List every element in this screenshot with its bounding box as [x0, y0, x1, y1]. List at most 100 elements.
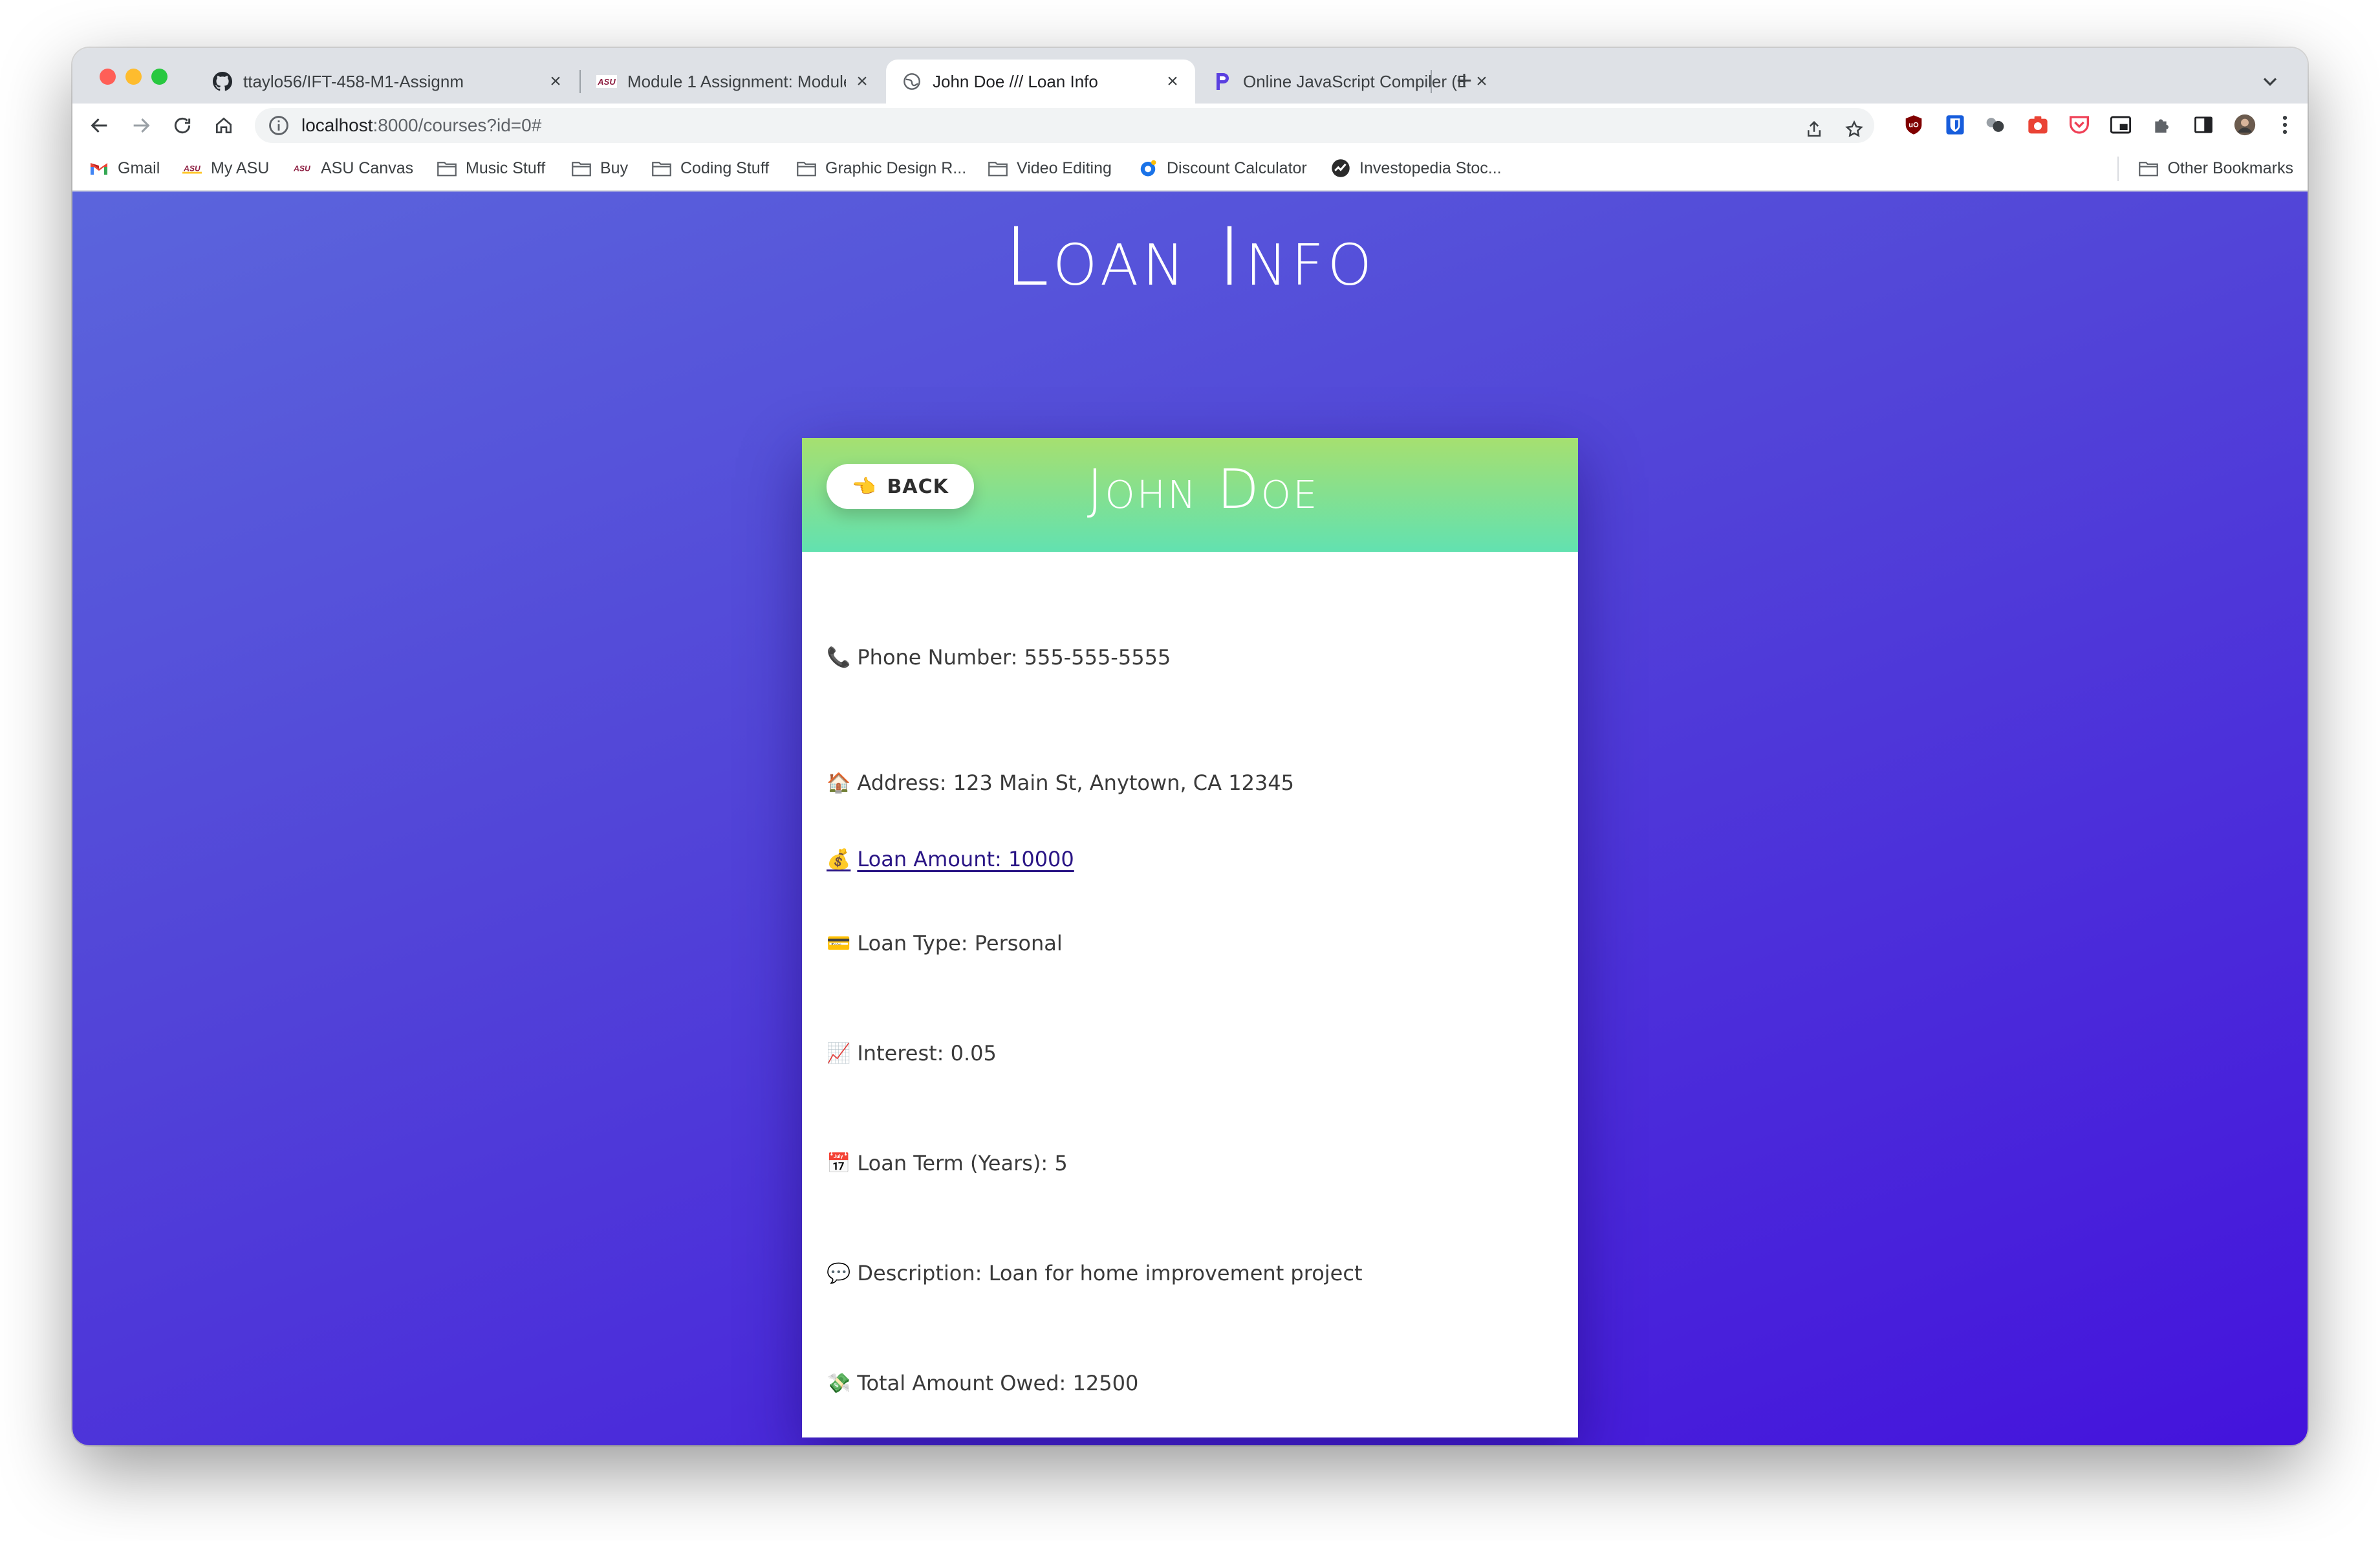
bitwarden-icon[interactable] [1944, 114, 1966, 136]
home-icon[interactable] [210, 111, 238, 140]
bookmark-folder-buy[interactable]: Buy [572, 155, 628, 181]
programiz-icon [1212, 71, 1233, 92]
tab-search-chevron-icon[interactable] [2258, 70, 2282, 93]
investopedia-icon [1331, 158, 1350, 178]
bookmark-label: Discount Calculator [1167, 158, 1307, 177]
phone-icon: 📞 [827, 646, 851, 669]
close-tab-icon[interactable]: × [1163, 71, 1182, 92]
tab-label: Module 1 Assignment: Modules [627, 71, 846, 91]
site-info-icon[interactable] [268, 115, 290, 137]
bookmark-label: My ASU [211, 158, 270, 177]
url-path: :8000/courses?id=0# [373, 115, 542, 135]
bookmark-label: ASU Canvas [321, 158, 414, 177]
loan-type-text: Loan Type: Personal [857, 931, 1063, 956]
bookmark-folder-music[interactable]: Music Stuff [437, 155, 545, 181]
picture-in-picture-icon[interactable] [2110, 114, 2132, 136]
back-button-label: BACK [887, 475, 949, 498]
github-icon [212, 71, 233, 92]
page-title: Loan Info [1004, 211, 1376, 304]
address-field: 🏠 Address: 123 Main St, Anytown, CA 1234… [827, 770, 1294, 795]
close-window-button[interactable] [100, 69, 116, 85]
asu-icon: ASU [596, 71, 617, 92]
address-text: Address: 123 Main St, Anytown, CA 12345 [857, 770, 1294, 795]
money-wings-icon: 💸 [827, 1372, 851, 1395]
pocket-icon[interactable] [2068, 114, 2090, 136]
svg-text:ASU: ASU [597, 77, 616, 87]
folder-icon [988, 158, 1008, 178]
bookmark-label: Other Bookmarks [2167, 158, 2293, 177]
tab-loan-info[interactable]: John Doe /// Loan Info × [886, 60, 1195, 104]
extension-icon[interactable] [1984, 114, 2006, 136]
total-owed-text: Total Amount Owed: 12500 [857, 1371, 1139, 1395]
folder-icon [652, 158, 671, 178]
money-bag-icon: 💰 [827, 847, 851, 871]
folder-icon [572, 158, 591, 178]
tab-github[interactable]: ttaylo56/IFT-458-M1-Assignm × [197, 60, 578, 104]
description-field: 💬 Description: Loan for home improvement… [827, 1261, 1362, 1285]
profile-avatar[interactable] [2234, 114, 2256, 136]
close-tab-icon[interactable]: × [546, 71, 565, 92]
bookmark-star-icon[interactable] [1841, 116, 1868, 143]
maximize-window-button[interactable] [151, 69, 168, 85]
back-arrow-icon[interactable] [85, 111, 114, 140]
phone-text: Phone Number: 555-555-5555 [857, 645, 1171, 670]
description-text: Description: Loan for home improvement p… [857, 1261, 1363, 1285]
menu-kebab-icon[interactable] [2274, 114, 2296, 136]
bookmark-folder-graphic-design[interactable]: Graphic Design R... [797, 155, 966, 181]
asu-icon: ASU [292, 158, 312, 178]
bookmark-my-asu[interactable]: ASU My ASU [182, 155, 269, 181]
loan-term-text: Loan Term (Years): 5 [857, 1151, 1068, 1175]
folder-icon [437, 158, 457, 178]
phone-field: 📞 Phone Number: 555-555-5555 [827, 645, 1171, 670]
back-button[interactable]: 👈 BACK [827, 464, 974, 509]
bookmark-gmail[interactable]: Gmail [89, 155, 160, 181]
screenshot-icon[interactable] [2027, 114, 2049, 136]
bookmark-label: Graphic Design R... [825, 158, 967, 177]
loan-type-field: 💳 Loan Type: Personal [827, 931, 1063, 956]
loan-amount-text: Loan Amount: 10000 [857, 847, 1074, 871]
bookmark-other-bookmarks[interactable]: Other Bookmarks [2139, 155, 2293, 181]
svg-text:uO: uO [1909, 122, 1919, 129]
speech-bubble-icon: 💬 [827, 1262, 851, 1285]
bookmarks-separator [2117, 157, 2119, 181]
bookmark-investopedia[interactable]: Investopedia Stoc... [1331, 155, 1502, 181]
browser-toolbar: localhost:8000/courses?id=0# uO [72, 104, 2308, 146]
tab-canvas-module[interactable]: ASU Module 1 Assignment: Modules × [581, 60, 885, 104]
discount-icon [1138, 158, 1158, 178]
tab-strip: ttaylo56/IFT-458-M1-Assignm × ASU Module… [72, 48, 2308, 104]
bookmark-folder-coding[interactable]: Coding Stuff [652, 155, 769, 181]
extensions-puzzle-icon[interactable] [2151, 114, 2173, 136]
bookmark-label: Coding Stuff [680, 158, 770, 177]
url-host: localhost [301, 115, 373, 135]
loan-amount-link[interactable]: 💰 Loan Amount: 10000 [827, 847, 1074, 871]
loan-card: 👈 BACK John Doe 📞 Phone Number: 555-555-… [802, 438, 1578, 1437]
borrower-name: John Doe [1087, 457, 1319, 521]
bookmark-label: Investopedia Stoc... [1359, 158, 1502, 177]
page-viewport: Loan Info 👈 BACK John Doe 📞 Phone Number… [72, 191, 2308, 1445]
total-owed-field: 💸 Total Amount Owed: 12500 [827, 1371, 1138, 1395]
tab-separator [1431, 70, 1432, 93]
bookmark-label: Music Stuff [466, 158, 546, 177]
bookmark-discount-calculator[interactable]: Discount Calculator [1138, 155, 1307, 181]
ublock-icon[interactable]: uO [1903, 114, 1925, 136]
bookmark-label: Video Editing [1017, 158, 1112, 177]
address-bar[interactable]: localhost:8000/courses?id=0# [255, 108, 1874, 143]
minimize-window-button[interactable] [125, 69, 142, 85]
house-icon: 🏠 [827, 771, 851, 794]
bookmarks-bar: Gmail ASU My ASU ASU ASU Canvas Music St… [72, 146, 2308, 191]
bookmark-asu-canvas[interactable]: ASU ASU Canvas [292, 155, 413, 181]
reload-icon[interactable] [168, 111, 197, 140]
credit-card-icon: 💳 [827, 932, 851, 955]
tab-label: ttaylo56/IFT-458-M1-Assignm [243, 71, 464, 91]
bookmark-folder-video-editing[interactable]: Video Editing [988, 155, 1112, 181]
card-header: 👈 BACK John Doe [802, 438, 1578, 552]
new-tab-icon[interactable]: + [1450, 67, 1478, 96]
loan-term-field: 📅 Loan Term (Years): 5 [827, 1151, 1068, 1175]
side-panel-icon[interactable] [2192, 114, 2214, 136]
forward-arrow-icon[interactable] [127, 111, 155, 140]
folder-icon [797, 158, 816, 178]
share-icon[interactable] [1801, 116, 1828, 143]
bookmark-label: Gmail [118, 158, 160, 177]
svg-text:ASU: ASU [293, 164, 311, 173]
close-tab-icon[interactable]: × [852, 71, 872, 92]
